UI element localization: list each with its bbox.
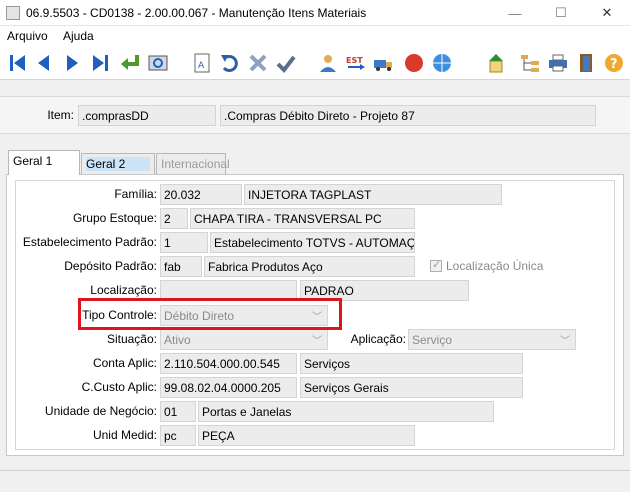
edit-icon[interactable]: A xyxy=(189,50,215,76)
last-record-icon[interactable] xyxy=(87,50,113,76)
menu-ajuda[interactable]: Ajuda xyxy=(63,29,94,43)
cancel-icon[interactable] xyxy=(245,50,271,76)
situacao-label: Situação: xyxy=(106,332,157,346)
undo-icon[interactable] xyxy=(217,50,243,76)
item-panel: Item: .comprasDD .Compras Débito Direto … xyxy=(0,96,630,134)
title-bar: 06.9.5503 - CD0138 - 2.00.00.067 - Manut… xyxy=(0,0,630,26)
window-title: 06.9.5503 - CD0138 - 2.00.00.067 - Manut… xyxy=(26,6,367,20)
chevron-down-icon: ﹀ xyxy=(312,336,322,347)
item-label: Item: xyxy=(47,108,74,122)
status-strip xyxy=(0,470,630,492)
unid-medid-label: Unid Medid: xyxy=(92,428,157,442)
exit-icon[interactable] xyxy=(573,50,599,76)
deposito-desc-field: Fabrica Produtos Aço xyxy=(204,256,415,277)
conta-aplic-code-field[interactable]: 2.110.504.000.00.545 xyxy=(160,353,297,374)
localizacao-unica-label: Localização Única xyxy=(446,259,544,273)
maximize-button[interactable]: ☐ xyxy=(538,0,584,26)
situacao-value: Ativo xyxy=(164,333,191,347)
tree-icon[interactable] xyxy=(517,50,543,76)
aplicacao-select[interactable]: Serviço ﹀ xyxy=(408,329,576,350)
tab-geral-2-label: Geral 2 xyxy=(86,157,150,171)
unid-medid-desc-field: PEÇA xyxy=(198,425,415,446)
aplicacao-label: Aplicação: xyxy=(350,332,406,346)
est-icon[interactable]: EST xyxy=(343,50,369,76)
unidade-negocio-desc-field: Portas e Janelas xyxy=(198,401,494,422)
conta-aplic-desc-field: Serviços xyxy=(300,353,523,374)
estabelecimento-desc-field: Estabelecimento TOTVS - AUTOMAÇÃO xyxy=(210,232,415,253)
first-record-icon[interactable] xyxy=(5,50,31,76)
upload-icon[interactable] xyxy=(483,50,509,76)
est-label: EST xyxy=(346,56,363,65)
stop-icon[interactable] xyxy=(401,50,427,76)
unidade-negocio-code-field[interactable]: 01 xyxy=(160,401,196,422)
estabelecimento-label: Estabelecimento Padrão: xyxy=(22,235,157,249)
svg-text:A: A xyxy=(198,61,205,71)
grupo-estoque-desc-field: CHAPA TIRA - TRANSVERSAL PC xyxy=(190,208,415,229)
chevron-down-icon: ﹀ xyxy=(560,336,570,347)
tab-internacional[interactable]: Internacional xyxy=(156,153,230,175)
tab-geral-1[interactable]: Geral 1 xyxy=(8,150,80,175)
confirm-icon[interactable] xyxy=(273,50,299,76)
localizacao-label: Localização: xyxy=(90,283,157,297)
ccusto-aplic-desc-field: Serviços Gerais xyxy=(300,377,523,398)
situacao-select[interactable]: Ativo ﹀ xyxy=(160,329,328,350)
go-to-icon[interactable] xyxy=(117,50,143,76)
estabelecimento-code-field[interactable]: 1 xyxy=(160,232,208,253)
menu-bar: Arquivo Ajuda xyxy=(0,26,630,46)
tab-geral-2[interactable]: Geral 2 xyxy=(81,153,155,175)
item-code-field[interactable]: .comprasDD xyxy=(78,105,216,126)
menu-arquivo[interactable]: Arquivo xyxy=(7,29,48,43)
truck-icon[interactable] xyxy=(371,50,397,76)
conta-aplic-label: Conta Aplic: xyxy=(92,356,157,370)
toolbar: A EST ? xyxy=(0,46,630,80)
aplicacao-value: Serviço xyxy=(412,333,453,347)
previous-record-icon[interactable] xyxy=(31,50,57,76)
close-button[interactable]: ✕ xyxy=(584,0,630,26)
minimize-button[interactable]: — xyxy=(492,0,538,26)
unidade-negocio-label: Unidade de Negócio: xyxy=(44,404,157,418)
item-description-field[interactable]: .Compras Débito Direto - Projeto 87 xyxy=(220,105,596,126)
svg-text:?: ? xyxy=(610,57,618,72)
user-icon[interactable] xyxy=(315,50,341,76)
next-record-icon[interactable] xyxy=(59,50,85,76)
localizacao-unica-checkbox[interactable]: ✓ xyxy=(430,259,442,272)
deposito-code-field[interactable]: fab xyxy=(160,256,202,277)
ccusto-aplic-code-field[interactable]: 99.08.02.04.0000.205 xyxy=(160,377,297,398)
unid-medid-code-field[interactable]: pc xyxy=(160,425,196,446)
app-icon xyxy=(6,6,20,20)
familia-label: Família: xyxy=(114,187,157,201)
deposito-label: Depósito Padrão: xyxy=(64,259,157,273)
print-icon[interactable] xyxy=(545,50,571,76)
search-icon[interactable] xyxy=(145,50,171,76)
familia-desc-field: INJETORA TAGPLAST xyxy=(244,184,502,205)
help-icon[interactable]: ? xyxy=(601,50,627,76)
familia-code-field[interactable]: 20.032 xyxy=(160,184,242,205)
highlight-annotation-box xyxy=(78,298,342,330)
ccusto-aplic-label: C.Custo Aplic: xyxy=(81,380,157,394)
help-globe-icon[interactable] xyxy=(429,50,455,76)
grupo-estoque-label: Grupo Estoque: xyxy=(72,211,157,225)
grupo-estoque-code-field[interactable]: 2 xyxy=(160,208,188,229)
